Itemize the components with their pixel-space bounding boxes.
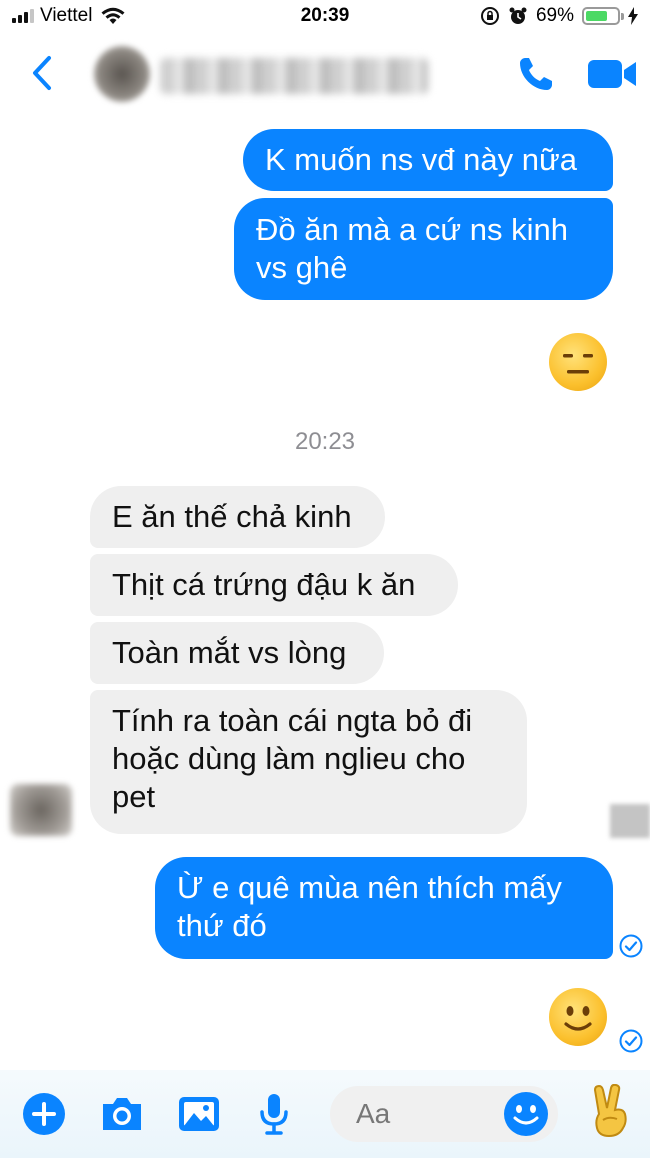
message-timestamp: 20:23 [294,428,356,455]
delivered-check-icon [619,934,643,958]
message-bubble-outgoing[interactable]: Đồ ăn mà a cứ ns kinh vs ghê [234,198,613,300]
orientation-lock-icon [480,7,499,25]
battery-icon [582,7,624,25]
seen-avatar-redacted [610,804,650,838]
plus-icon [23,1093,65,1135]
video-call-button[interactable] [584,50,640,98]
photo-gallery-button[interactable] [175,1090,223,1138]
emoji-icon [504,1092,548,1136]
photo-icon [179,1097,219,1131]
conversation-header [0,34,650,114]
camera-button[interactable] [98,1090,146,1138]
sender-avatar[interactable] [10,784,72,836]
expressionless-face-icon[interactable] [549,333,607,391]
message-bubble-outgoing[interactable]: Ừ e quê mùa nên thích mấy thứ đó [155,857,613,959]
phone-icon [520,58,552,90]
alarm-icon [509,7,527,24]
microphone-icon [260,1094,288,1135]
quick-reaction-button[interactable] [586,1083,636,1140]
message-composer: Aa [0,1070,650,1158]
back-button[interactable] [22,48,62,98]
camera-icon [103,1098,141,1130]
message-bubble-incoming[interactable]: Tính ra toàn cái ngta bỏ đi hoặc dùng là… [90,690,527,834]
contact-name-redacted[interactable] [160,58,428,94]
delivered-check-icon [619,1029,643,1053]
message-bubble-incoming[interactable]: Thịt cá trứng đậu k ăn [90,554,458,616]
back-chevron-icon [33,56,51,90]
victory-hand-icon [593,1083,627,1138]
contact-avatar[interactable] [94,46,150,102]
message-input[interactable]: Aa [330,1086,558,1142]
voice-message-button[interactable] [250,1090,298,1138]
slightly-smiling-face-icon[interactable] [549,988,607,1046]
status-bar: Viettel 20:39 69% [0,0,650,34]
status-right: 69% [480,5,638,27]
charging-bolt-icon [628,7,638,25]
more-actions-button[interactable] [20,1090,68,1138]
message-input-placeholder: Aa [356,1098,391,1129]
message-bubble-incoming[interactable]: E ăn thế chả kinh [90,486,385,548]
message-bubble-incoming[interactable]: Toàn mắt vs lòng [90,622,384,684]
message-bubble-outgoing[interactable]: K muốn ns vđ này nữa [243,129,613,191]
emoji-picker-button[interactable] [502,1090,550,1138]
video-camera-icon [588,60,636,88]
battery-percent: 69% [535,5,574,26]
voice-call-button[interactable] [512,50,560,98]
battery-level [586,11,607,21]
